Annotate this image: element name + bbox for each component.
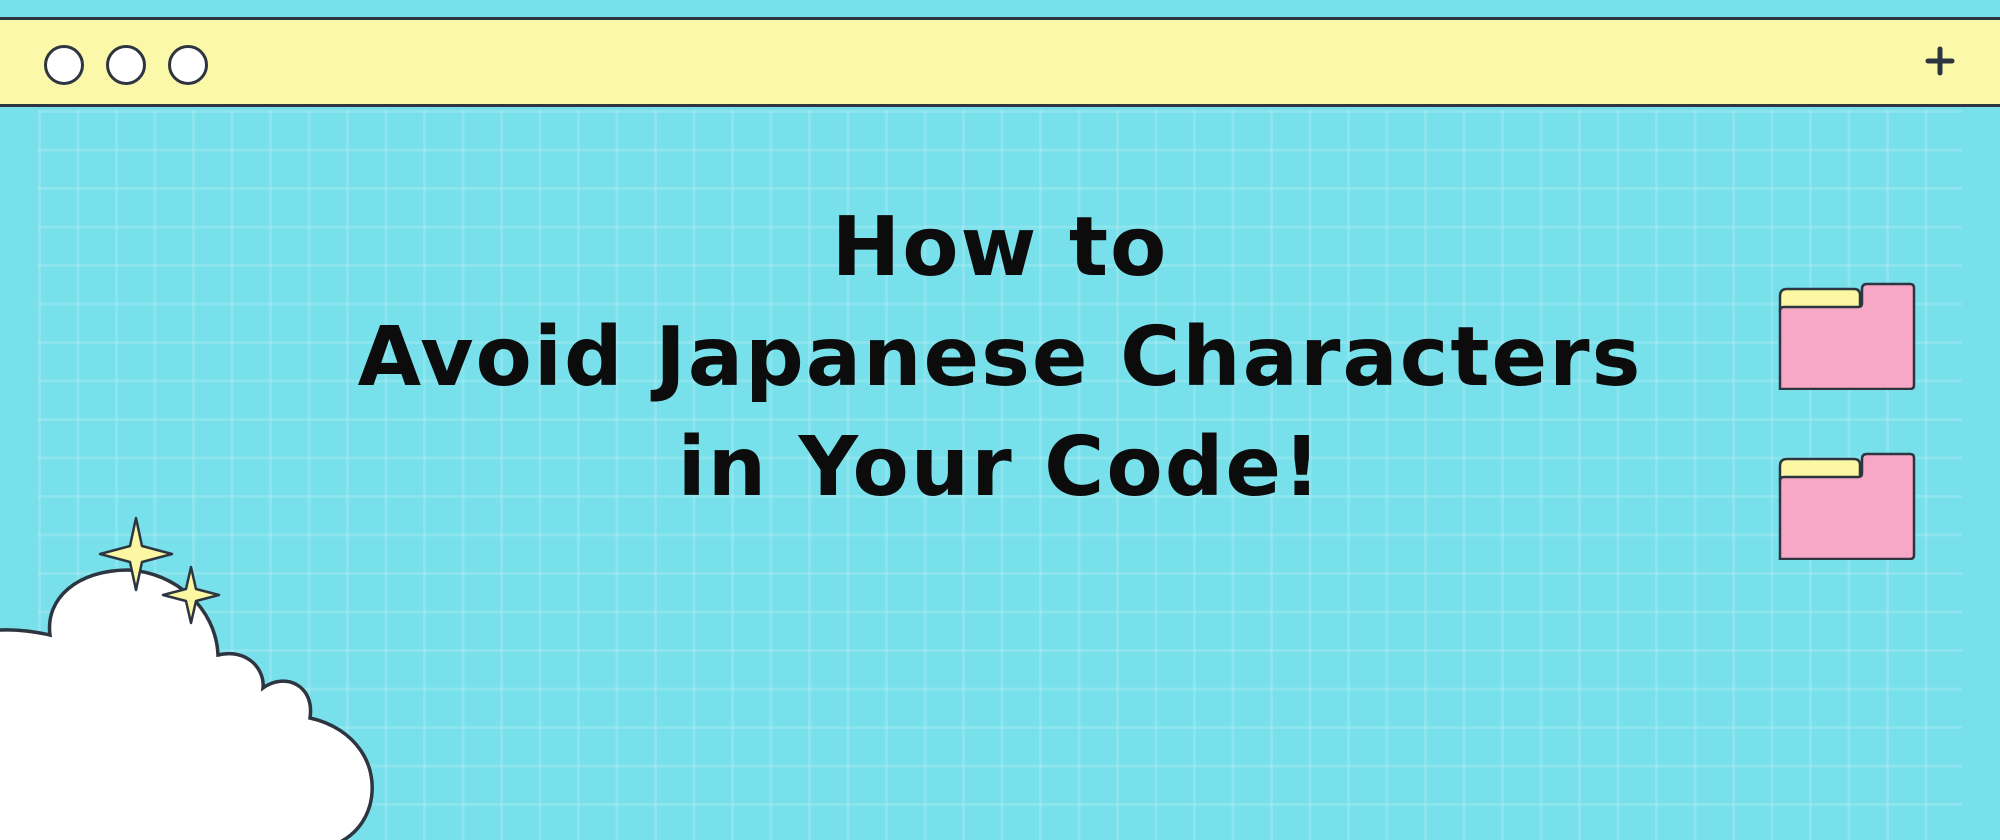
plus-icon[interactable] xyxy=(1925,46,1955,76)
window-control-3[interactable] xyxy=(168,45,208,85)
headline: How to Avoid Japanese Characters in Your… xyxy=(200,200,1800,550)
folder-icon xyxy=(1778,282,1916,390)
folder-icon xyxy=(1778,452,1916,560)
cloud-shape xyxy=(0,568,374,840)
sparkle-icon xyxy=(161,565,221,625)
window-control-1[interactable] xyxy=(44,45,84,85)
banner-canvas: How to Avoid Japanese Characters in Your… xyxy=(0,0,2000,840)
browser-titlebar xyxy=(0,17,2000,107)
window-control-2[interactable] xyxy=(106,45,146,85)
